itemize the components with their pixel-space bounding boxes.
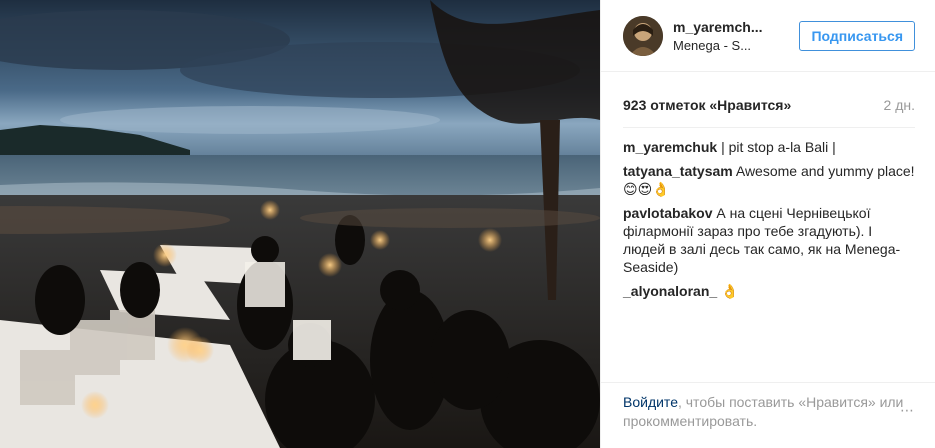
login-link[interactable]: Войдите — [623, 394, 678, 410]
post-container: m_yaremch... Menega - S... Подписаться 9… — [0, 0, 935, 448]
comment-text: 👌 — [721, 283, 739, 299]
post-footer: Войдите, чтобы поставить «Нравится» или … — [601, 382, 935, 448]
username-link[interactable]: m_yaremch... — [673, 19, 768, 35]
comment-item: _alyonaloran_ 👌 — [623, 282, 915, 300]
comment-item: tatyana_tatysam Awesome and yummy place!… — [623, 162, 915, 198]
beach-dinner-image — [0, 0, 600, 448]
comment-username[interactable]: _alyonaloran_ — [623, 283, 717, 299]
comment-username[interactable]: tatyana_tatysam — [623, 163, 733, 179]
post-sidebar: m_yaremch... Menega - S... Подписаться 9… — [600, 0, 935, 448]
likes-count[interactable]: 923 отметок «Нравится» — [623, 97, 791, 113]
comments-list: m_yaremchuk | pit stop a-la Bali | tatya… — [623, 127, 915, 300]
user-avatar-image — [623, 15, 663, 56]
follow-button[interactable]: Подписаться — [799, 20, 915, 51]
comment-username[interactable]: pavlotabakov — [623, 205, 712, 221]
comment-username[interactable]: m_yaremchuk — [623, 139, 717, 155]
post-photo[interactable] — [0, 0, 600, 448]
likes-row: 923 отметок «Нравится» 2 дн. — [601, 72, 935, 113]
comment-item: m_yaremchuk | pit stop a-la Bali | — [623, 138, 915, 156]
user-meta: m_yaremch... Menega - S... — [673, 19, 799, 53]
post-time[interactable]: 2 дн. — [884, 97, 915, 113]
avatar[interactable] — [623, 15, 663, 56]
comment-item: pavlotabakov А на сцені Чернівецької філ… — [623, 204, 915, 276]
comment-text: | pit stop a-la Bali | — [721, 139, 836, 155]
post-header: m_yaremch... Menega - S... Подписаться — [601, 0, 935, 72]
more-options-icon[interactable]: ⋯ — [900, 401, 915, 420]
location-link[interactable]: Menega - S... — [673, 38, 768, 53]
